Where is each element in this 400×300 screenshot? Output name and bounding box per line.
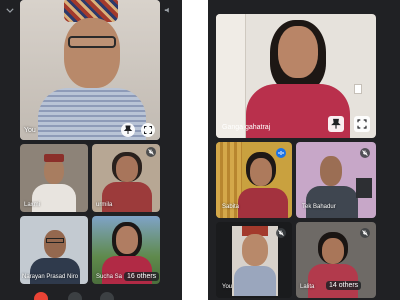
participant-face — [44, 230, 66, 258]
participant-shirt — [238, 188, 288, 218]
pin-button[interactable] — [328, 116, 344, 132]
participant-face — [116, 226, 138, 254]
main-speaker-name: Ganga gahatraj — [222, 124, 271, 131]
self-name-label: You — [24, 127, 36, 134]
speaker-icon[interactable] — [164, 0, 172, 13]
participant-name-label: Tek Bahadur — [302, 204, 336, 210]
others-count[interactable]: 14 others — [326, 281, 362, 290]
participant-name-label: Lalita — [300, 284, 315, 290]
mic-off-icon — [360, 148, 370, 158]
wall-object — [356, 178, 372, 198]
participant-face — [64, 18, 120, 88]
mic-off-icon — [276, 228, 286, 238]
self-preview — [232, 226, 278, 296]
participant-shirt — [234, 266, 276, 296]
fullscreen-button[interactable] — [141, 123, 155, 137]
mic-off-icon — [146, 147, 156, 157]
wall-switch — [354, 84, 362, 94]
participant-name-label: Laxmi — [24, 202, 41, 208]
fullscreen-button[interactable] — [354, 116, 370, 132]
participant-name-label: Narayan Prasad Niro — [22, 274, 79, 280]
participant-tile-lalita[interactable]: Lalita 14 others — [296, 222, 376, 298]
participant-glasses — [46, 238, 64, 243]
participant-tile-urmila[interactable]: urmila — [92, 144, 160, 212]
participant-face — [250, 158, 272, 186]
bottom-controls — [0, 292, 182, 300]
end-call-button[interactable] — [34, 292, 48, 300]
speaking-indicator-icon — [276, 148, 286, 158]
participant-tile-sabita[interactable]: Sabita — [216, 142, 292, 218]
participant-tile-narayan[interactable]: Narayan Prasad Niro — [20, 216, 88, 284]
chevron-down-icon[interactable] — [6, 0, 14, 14]
participant-face — [116, 156, 138, 182]
participant-name-label: urmila — [96, 202, 113, 208]
participant-glasses — [68, 36, 116, 48]
participant-hat — [44, 154, 64, 162]
mic-off-icon — [360, 228, 370, 238]
participant-face — [242, 234, 268, 266]
participant-name-label: Sucha Sa — [96, 274, 123, 280]
participant-tile-you[interactable]: You — [216, 222, 292, 298]
mic-button[interactable] — [68, 292, 82, 300]
right-meeting-screen: Ganga gahatraj Sabita Tek Bahadur You La… — [208, 0, 400, 300]
pin-button[interactable] — [121, 123, 135, 137]
main-speaker-bar: Ganga gahatraj — [216, 112, 376, 138]
self-name-label: You — [222, 284, 233, 290]
participant-face — [320, 156, 342, 186]
others-count[interactable]: 16 others — [124, 272, 160, 281]
left-meeting-screen: ooo-uxkz-uto You Laxmi — [0, 0, 182, 300]
participant-name-label: Sabita — [222, 204, 240, 210]
participant-face — [322, 238, 344, 264]
participant-face — [278, 26, 318, 78]
self-video-tile[interactable]: You — [20, 0, 160, 140]
camera-button[interactable] — [100, 292, 114, 300]
participant-shirt — [306, 186, 358, 218]
participant-tile-laxmi[interactable]: Laxmi — [20, 144, 88, 212]
participant-tile-tek-bahadur[interactable]: Tek Bahadur — [296, 142, 376, 218]
